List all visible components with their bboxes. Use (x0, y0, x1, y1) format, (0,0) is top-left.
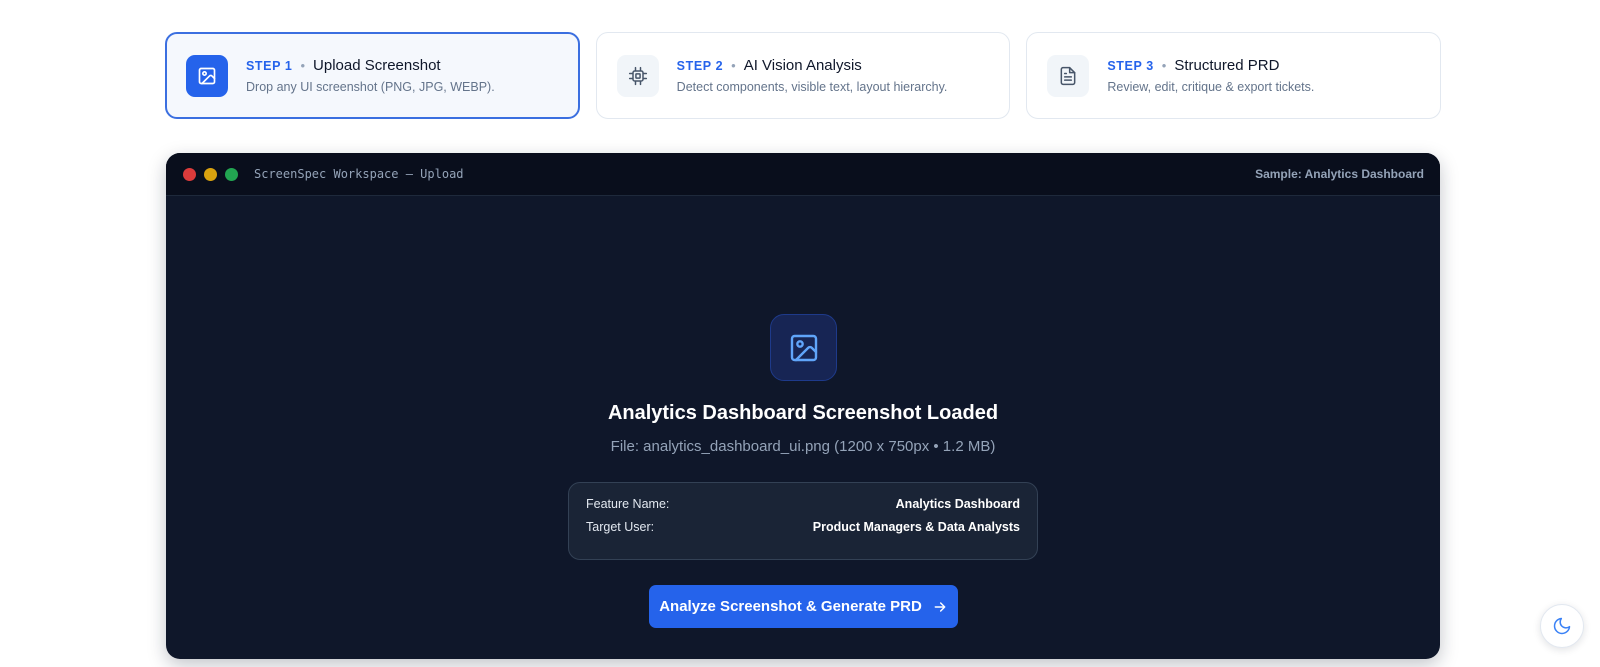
moon-icon (1553, 617, 1571, 635)
window-titlebar: ScreenSpec Workspace — Upload Sample: An… (166, 153, 1440, 196)
separator-dot: • (731, 58, 736, 73)
sample-label: Sample: Analytics Dashboard (1255, 167, 1424, 181)
step-card-prd[interactable]: STEP 3 • Structured PRD Review, edit, cr… (1026, 32, 1442, 119)
feature-name-row: Feature Name: Analytics Dashboard (586, 497, 1020, 511)
step-description: Drop any UI screenshot (PNG, JPG, WEBP). (246, 80, 495, 94)
feature-name-label: Feature Name: (586, 497, 670, 511)
image-icon (770, 314, 837, 381)
analyze-button-label: Analyze Screenshot & Generate PRD (659, 598, 922, 615)
step-number: STEP 2 (676, 58, 724, 73)
window-maximize-dot[interactable] (225, 167, 238, 181)
step-title: AI Vision Analysis (743, 57, 862, 74)
target-user-label: Target User: (586, 520, 655, 534)
separator-dot: • (300, 58, 306, 73)
step-card-upload[interactable]: STEP 1 • Upload Screenshot Drop any UI s… (165, 32, 580, 119)
step-card-analysis[interactable]: STEP 2 • AI Vision Analysis Detect compo… (595, 32, 1011, 119)
theme-toggle-button[interactable] (1540, 604, 1584, 648)
window-title: ScreenSpec Workspace — Upload (254, 167, 464, 181)
target-user-row: Target User: Product Managers & Data Ana… (586, 520, 1020, 534)
step-description: Detect components, visible text, layout … (676, 80, 948, 94)
feature-name-value: Analytics Dashboard (895, 497, 1020, 511)
document-icon (1047, 54, 1090, 97)
steps-row: STEP 1 • Upload Screenshot Drop any UI s… (165, 32, 1442, 119)
step-title: Upload Screenshot (313, 57, 441, 74)
image-icon (186, 54, 228, 97)
cpu-icon (616, 54, 659, 97)
loaded-headline: Analytics Dashboard Screenshot Loaded (607, 402, 999, 424)
step-description: Review, edit, critique & export tickets. (1107, 80, 1315, 94)
file-info: File: analytics_dashboard_ui.png (1200 x… (610, 438, 996, 455)
separator-dot: • (1161, 58, 1167, 73)
upload-content: Analytics Dashboard Screenshot Loaded Fi… (166, 196, 1440, 659)
window-minimize-dot[interactable] (204, 167, 217, 181)
target-user-value: Product Managers & Data Analysts (812, 520, 1020, 534)
window-close-dot[interactable] (183, 167, 196, 181)
step-number: STEP 1 (246, 58, 293, 73)
feature-meta-card: Feature Name: Analytics Dashboard Target… (568, 482, 1038, 560)
analyze-button[interactable]: Analyze Screenshot & Generate PRD (649, 585, 958, 628)
step-title: Structured PRD (1174, 57, 1280, 74)
arrow-right-icon (934, 601, 946, 612)
workspace-window: ScreenSpec Workspace — Upload Sample: An… (166, 153, 1440, 659)
step-number: STEP 3 (1107, 58, 1154, 73)
